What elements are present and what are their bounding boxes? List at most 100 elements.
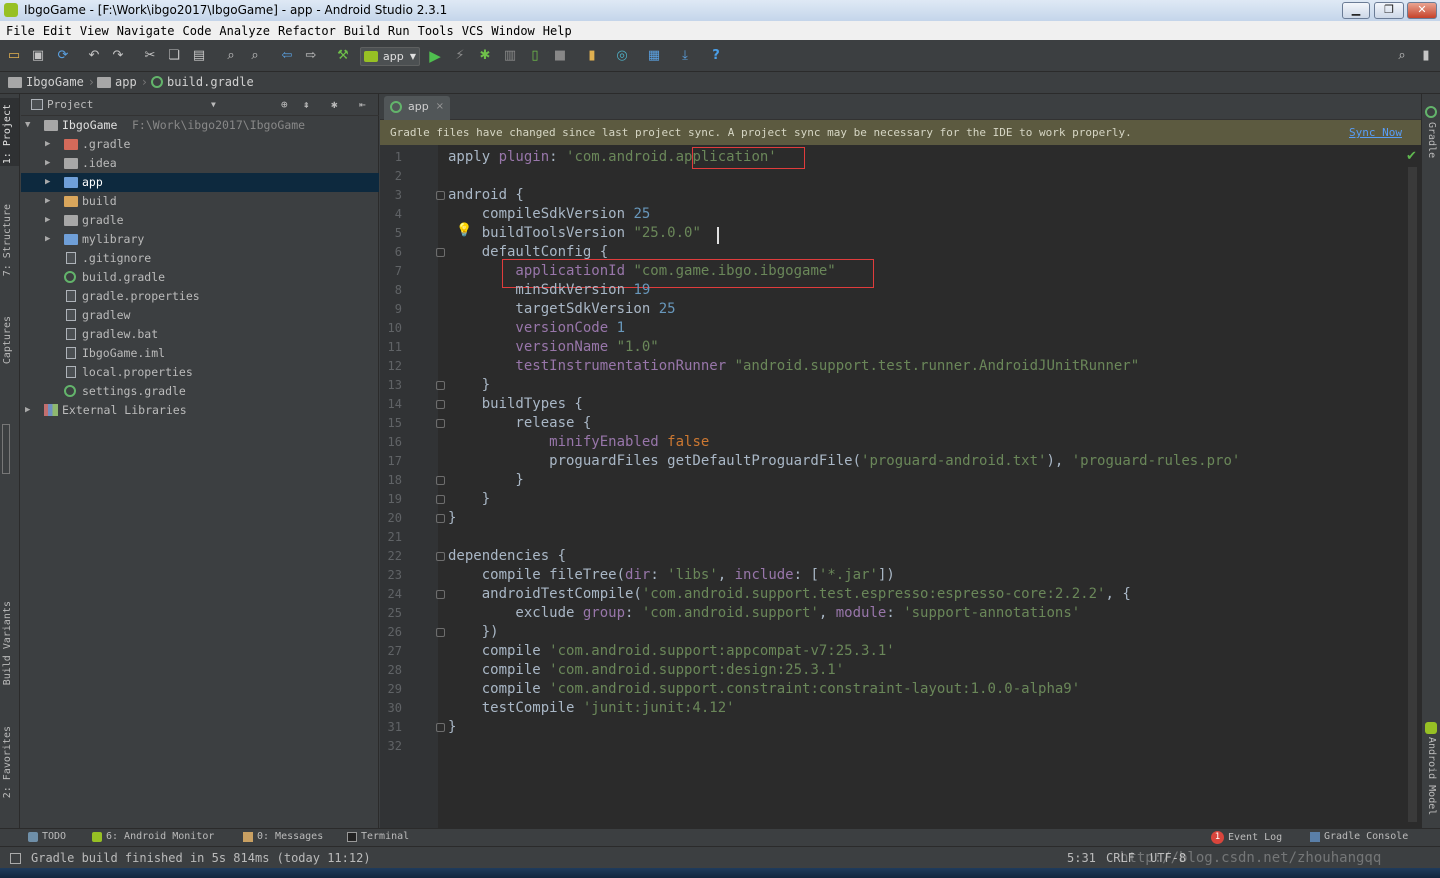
- menu-run[interactable]: Run: [386, 24, 416, 38]
- code-line[interactable]: }: [448, 471, 523, 490]
- tab-build-variants[interactable]: Build Variants: [2, 601, 13, 685]
- close-button[interactable]: ✕: [1407, 2, 1437, 19]
- forward-icon[interactable]: ⇨: [303, 48, 319, 64]
- collapsed-arrow-icon[interactable]: ▶: [45, 230, 50, 249]
- fold-marker-icon[interactable]: [436, 419, 445, 428]
- redo-icon[interactable]: ↷: [110, 48, 126, 64]
- tab-gradle[interactable]: Gradle: [1426, 122, 1437, 158]
- code-line[interactable]: buildToolsVersion "25.0.0": [448, 224, 701, 243]
- close-tab-icon[interactable]: ×: [436, 96, 444, 118]
- caret-position[interactable]: 5:31: [1067, 847, 1096, 869]
- tree-item-build-gradle[interactable]: build.gradle: [21, 268, 379, 287]
- code-line[interactable]: proguardFiles getDefaultProguardFile('pr…: [448, 452, 1240, 471]
- minimize-button[interactable]: ▁: [1342, 2, 1370, 19]
- code-line[interactable]: defaultConfig {: [448, 243, 608, 262]
- tree-item-gradle-dir[interactable]: ▶ .gradle: [21, 135, 379, 154]
- stop-icon[interactable]: ■: [552, 48, 568, 64]
- menu-tools[interactable]: Tools: [416, 24, 460, 38]
- fold-marker-icon[interactable]: [436, 495, 445, 504]
- fold-marker-icon[interactable]: [436, 191, 445, 200]
- hide-icon[interactable]: ⇤: [359, 94, 366, 116]
- breadcrumb-item-module[interactable]: app ›: [97, 75, 148, 89]
- tab-gradle-console[interactable]: Gradle Console: [1310, 831, 1408, 842]
- tool-windows-icon[interactable]: [10, 853, 21, 864]
- search-everywhere-icon[interactable]: ⌕: [1394, 48, 1410, 64]
- profile-icon[interactable]: ▥: [502, 48, 518, 64]
- code-line[interactable]: buildTypes {: [448, 395, 583, 414]
- debug-icon[interactable]: ✱: [477, 48, 493, 64]
- tab-todo[interactable]: TODO: [28, 831, 66, 842]
- code-line[interactable]: }): [448, 623, 499, 642]
- code-line[interactable]: compile 'com.android.support:appcompat-v…: [448, 642, 895, 661]
- collapsed-arrow-icon[interactable]: ▶: [45, 211, 50, 230]
- vertical-scrollbar[interactable]: [1408, 167, 1417, 822]
- fold-marker-icon[interactable]: [436, 628, 445, 637]
- code-line[interactable]: versionName "1.0": [448, 338, 658, 357]
- sync-icon[interactable]: ⟳: [55, 48, 71, 64]
- menu-build[interactable]: Build: [342, 24, 386, 38]
- menu-file[interactable]: File: [4, 24, 41, 38]
- tab-messages[interactable]: 0: Messages: [243, 831, 323, 842]
- menu-edit[interactable]: Edit: [41, 24, 78, 38]
- save-all-icon[interactable]: ▣: [30, 48, 46, 64]
- help-icon[interactable]: ?: [708, 48, 724, 64]
- tab-captures[interactable]: Captures: [2, 316, 13, 364]
- copy-icon[interactable]: ❏: [166, 48, 182, 64]
- fold-marker-icon[interactable]: [436, 590, 445, 599]
- tab-structure[interactable]: 7: Structure: [2, 204, 13, 276]
- code-line[interactable]: exclude group: 'com.android.support', mo…: [448, 604, 1080, 623]
- fold-marker-icon[interactable]: [436, 381, 445, 390]
- menu-refactor[interactable]: Refactor: [276, 24, 342, 38]
- code-line[interactable]: compile 'com.android.support.constraint:…: [448, 680, 1080, 699]
- collapsed-arrow-icon[interactable]: ▶: [45, 192, 50, 211]
- code-line[interactable]: android {: [448, 186, 524, 205]
- collapsed-arrow-icon[interactable]: ▶: [25, 401, 30, 420]
- code-line[interactable]: dependencies {: [448, 547, 566, 566]
- code-line[interactable]: versionCode 1: [448, 319, 625, 338]
- replace-icon[interactable]: ⌕: [247, 48, 263, 64]
- tree-item-app[interactable]: ▶ app: [21, 173, 379, 192]
- code-line[interactable]: testCompile 'junit:junit:4.12': [448, 699, 735, 718]
- code-line[interactable]: }: [448, 718, 456, 737]
- find-icon[interactable]: ⌕: [223, 48, 239, 64]
- run-icon[interactable]: ▶: [427, 48, 443, 64]
- code-line[interactable]: applicationId "com.game.ibgo.ibgogame": [448, 262, 835, 281]
- make-project-icon[interactable]: ⚒: [335, 48, 351, 64]
- tab-favorites[interactable]: 2: Favorites: [2, 726, 13, 798]
- tab-event-log[interactable]: 1 Event Log: [1211, 831, 1282, 844]
- project-structure-icon[interactable]: ▦: [646, 48, 662, 64]
- avd-manager-icon[interactable]: ▮: [584, 48, 600, 64]
- code-line[interactable]: compile 'com.android.support:design:25.3…: [448, 661, 844, 680]
- code-line[interactable]: testInstrumentationRunner "android.suppo…: [448, 357, 1139, 376]
- fold-marker-icon[interactable]: [436, 552, 445, 561]
- tree-item-settings-gradle[interactable]: settings.gradle: [21, 382, 379, 401]
- maximize-button[interactable]: ❐: [1374, 2, 1404, 19]
- open-folder-icon[interactable]: ▭: [6, 48, 22, 64]
- code-line[interactable]: }: [448, 490, 490, 509]
- code-line[interactable]: minSdkVersion 19: [448, 281, 650, 300]
- fold-marker-icon[interactable]: [436, 476, 445, 485]
- tree-item-idea[interactable]: ▶ .idea: [21, 154, 379, 173]
- code-line[interactable]: }: [448, 376, 490, 395]
- back-icon[interactable]: ⇦: [279, 48, 295, 64]
- paste-icon[interactable]: ▤: [191, 48, 207, 64]
- code-line[interactable]: apply plugin: 'com.android.application': [448, 148, 777, 167]
- tree-item-build[interactable]: ▶ build: [21, 192, 379, 211]
- tree-item-gradlew[interactable]: gradlew: [21, 306, 379, 325]
- tree-item-gradlew-bat[interactable]: gradlew.bat: [21, 325, 379, 344]
- project-view-selector[interactable]: Project: [47, 98, 93, 111]
- undo-icon[interactable]: ↶: [86, 48, 102, 64]
- menu-view[interactable]: View: [78, 24, 115, 38]
- attach-debugger-icon[interactable]: ▯: [527, 48, 543, 64]
- sync-now-link[interactable]: Sync Now: [1349, 120, 1402, 145]
- code-line[interactable]: targetSdkVersion 25: [448, 300, 675, 319]
- menu-code[interactable]: Code: [181, 24, 218, 38]
- instant-run-icon[interactable]: ⚡: [452, 48, 468, 64]
- fold-marker-icon[interactable]: [436, 723, 445, 732]
- collapse-icon[interactable]: ⇞: [303, 94, 310, 116]
- tree-item-gradle-properties[interactable]: gradle.properties: [21, 287, 379, 306]
- locate-icon[interactable]: ⊕: [281, 94, 288, 116]
- tree-item-gradle[interactable]: ▶ gradle: [21, 211, 379, 230]
- expanded-arrow-icon[interactable]: ▼: [25, 116, 30, 135]
- tree-item-local-properties[interactable]: local.properties: [21, 363, 379, 382]
